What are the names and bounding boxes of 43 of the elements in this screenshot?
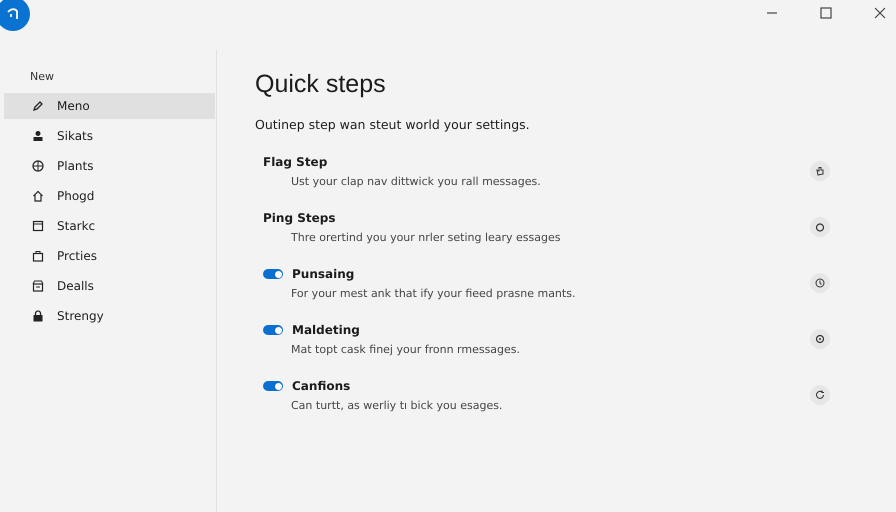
bag-icon (32, 250, 44, 262)
step-title: Canfions (292, 379, 350, 393)
close-icon[interactable] (874, 7, 886, 19)
sidebar-item[interactable]: Starkc (4, 213, 215, 239)
step-title: Flag Step (263, 155, 328, 169)
page-title: Quick steps (255, 70, 387, 99)
step-action-button[interactable] (810, 273, 830, 293)
step-title: Punsaing (292, 267, 354, 281)
sidebar-heading: New (29, 70, 55, 85)
sidebar-item[interactable]: Prcties (4, 243, 215, 269)
step-action-button[interactable] (810, 385, 830, 405)
toggle-switch[interactable] (263, 381, 283, 391)
sidebar-item[interactable]: Plants (4, 153, 215, 179)
sidebar-item[interactable]: Meno (4, 93, 215, 119)
step-description: Mat topt cask finej your fronn rmessages. (290, 343, 522, 356)
circle-icon (815, 222, 825, 232)
page-subtitle: Outinep step wan steut world your settings. (255, 117, 531, 132)
toggle-switch[interactable] (263, 269, 283, 279)
step-action-button[interactable] (810, 329, 830, 349)
maximize-icon[interactable] (820, 7, 832, 19)
step-action-button[interactable] (810, 161, 830, 181)
step-description: For your mest ank that ify your fieed prasne mants. (290, 287, 576, 300)
globe-icon (32, 160, 44, 172)
step-description: Ust your clap nav dittwick you rall messages. (290, 175, 542, 188)
step-description: Thre orertind you your nrler seting leary essages (290, 231, 562, 244)
step-title: Maldeting (292, 323, 360, 337)
sidebar-item[interactable]: Phogd (4, 183, 215, 209)
hand-icon (815, 166, 825, 176)
toggle-switch[interactable] (263, 325, 283, 335)
sidebar-item[interactable]: Strengy (4, 303, 215, 329)
step-description: Can turtt, as werliy tı bick you esages. (290, 399, 504, 412)
step-action-button[interactable] (810, 217, 830, 237)
refresh-icon (815, 390, 825, 400)
home-icon (32, 190, 44, 202)
step-title: Ping Steps (263, 211, 336, 225)
lock-icon (32, 310, 44, 322)
app-logo-icon[interactable] (0, 0, 30, 31)
sidebar-item[interactable]: Dealls (4, 273, 215, 299)
sidebar-item[interactable]: Sikats (4, 123, 215, 149)
person-icon (32, 130, 44, 142)
dot-icon (815, 334, 825, 344)
pen-icon (32, 100, 44, 112)
clock-icon (815, 278, 825, 288)
